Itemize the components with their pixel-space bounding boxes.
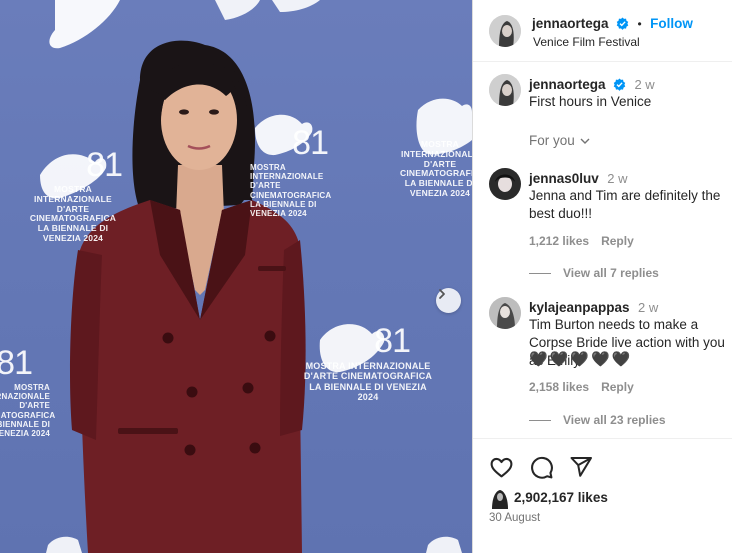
liker-silhouette bbox=[492, 490, 508, 509]
author-username[interactable]: jennaortega bbox=[532, 16, 609, 31]
chevron-down-icon bbox=[580, 138, 590, 144]
comment-meta: 2,158 likes Reply bbox=[529, 380, 646, 394]
share-button[interactable] bbox=[569, 455, 595, 481]
view-replies-label: View all 7 replies bbox=[563, 266, 659, 280]
festival-watermark: 81 MOSTRA INTERNAZIONALE D'ARTE CINEMATO… bbox=[29, 146, 123, 243]
post-media[interactable]: 81 MOSTRA INTERNAZIONALE D'ARTE CINEMATO… bbox=[0, 0, 472, 553]
comment-time[interactable]: 2 w bbox=[638, 300, 658, 315]
liker-avatar[interactable] bbox=[489, 487, 511, 509]
divider-line bbox=[529, 419, 551, 421]
for-you-sort-dropdown[interactable]: For you bbox=[529, 133, 591, 148]
verified-badge-icon bbox=[616, 17, 629, 30]
caption-author-avatar[interactable] bbox=[489, 74, 521, 106]
author-avatar[interactable] bbox=[489, 15, 521, 47]
comment-reply-button[interactable]: Reply bbox=[601, 380, 634, 394]
post-location[interactable]: Venice Film Festival bbox=[533, 35, 640, 49]
verified-badge-icon bbox=[613, 78, 626, 91]
comment-text: Jenna and Tim are definitely the best du… bbox=[529, 188, 721, 221]
festival-watermark: 81 MOSTRA INTERNAZIONALE D'ARTE CINEMATO… bbox=[303, 322, 433, 403]
comment-reply-button[interactable]: Reply bbox=[601, 234, 634, 248]
comment-icon bbox=[531, 456, 553, 479]
post-actions: 2,902,167 likes 30 August bbox=[473, 438, 732, 553]
comment-meta: 1,212 likes Reply bbox=[529, 234, 646, 248]
divider-line bbox=[529, 272, 551, 274]
comment-likes[interactable]: 1,212 likes bbox=[529, 234, 589, 248]
post-side-panel: jennaortega • Follow Venice Film Festiva… bbox=[472, 0, 732, 553]
caption-text: First hours in Venice bbox=[529, 94, 652, 109]
festival-watermark: 81 MOSTRA INTERNAZIONALE D'ARTE CINEMATO… bbox=[0, 344, 56, 439]
caption-username[interactable]: jennaortega bbox=[529, 77, 606, 92]
comment-username[interactable]: kylajeanpappas bbox=[529, 300, 630, 315]
view-replies-label: View all 23 replies bbox=[563, 413, 666, 427]
post-photo bbox=[40, 0, 472, 553]
festival-watermark: 81 MOSTRA INTERNAZIONALE D'ARTE CINEMATO… bbox=[250, 124, 332, 219]
comment-button[interactable] bbox=[529, 455, 555, 481]
festival-watermark: MOSTRA INTERNAZIONALE D'ARTE CINEMATOGRA… bbox=[400, 139, 472, 198]
comment-emoji: 🖤🖤🖤🖤🖤 bbox=[529, 351, 633, 368]
follow-button[interactable]: Follow bbox=[650, 16, 693, 31]
chevron-right-icon bbox=[439, 289, 445, 299]
comment-time[interactable]: 2 w bbox=[607, 171, 627, 186]
comment-username[interactable]: jennas0luv bbox=[529, 171, 599, 186]
commenter-avatar[interactable] bbox=[489, 168, 521, 200]
view-replies-button[interactable]: View all 7 replies bbox=[529, 266, 659, 280]
next-photo-button[interactable] bbox=[436, 288, 461, 313]
caption-time[interactable]: 2 w bbox=[634, 77, 654, 92]
like-heart-icon bbox=[490, 457, 513, 478]
commenter-avatar[interactable] bbox=[489, 297, 521, 329]
post-date[interactable]: 30 August bbox=[489, 512, 540, 524]
post-header: jennaortega • Follow Venice Film Festiva… bbox=[473, 0, 732, 62]
like-button[interactable] bbox=[489, 455, 515, 481]
comment-likes[interactable]: 2,158 likes bbox=[529, 380, 589, 394]
separator-dot: • bbox=[637, 17, 642, 31]
view-replies-button[interactable]: View all 23 replies bbox=[529, 413, 666, 427]
likes-count[interactable]: 2,902,167 likes bbox=[514, 490, 608, 505]
for-you-label: For you bbox=[529, 133, 575, 148]
share-icon bbox=[570, 457, 592, 477]
